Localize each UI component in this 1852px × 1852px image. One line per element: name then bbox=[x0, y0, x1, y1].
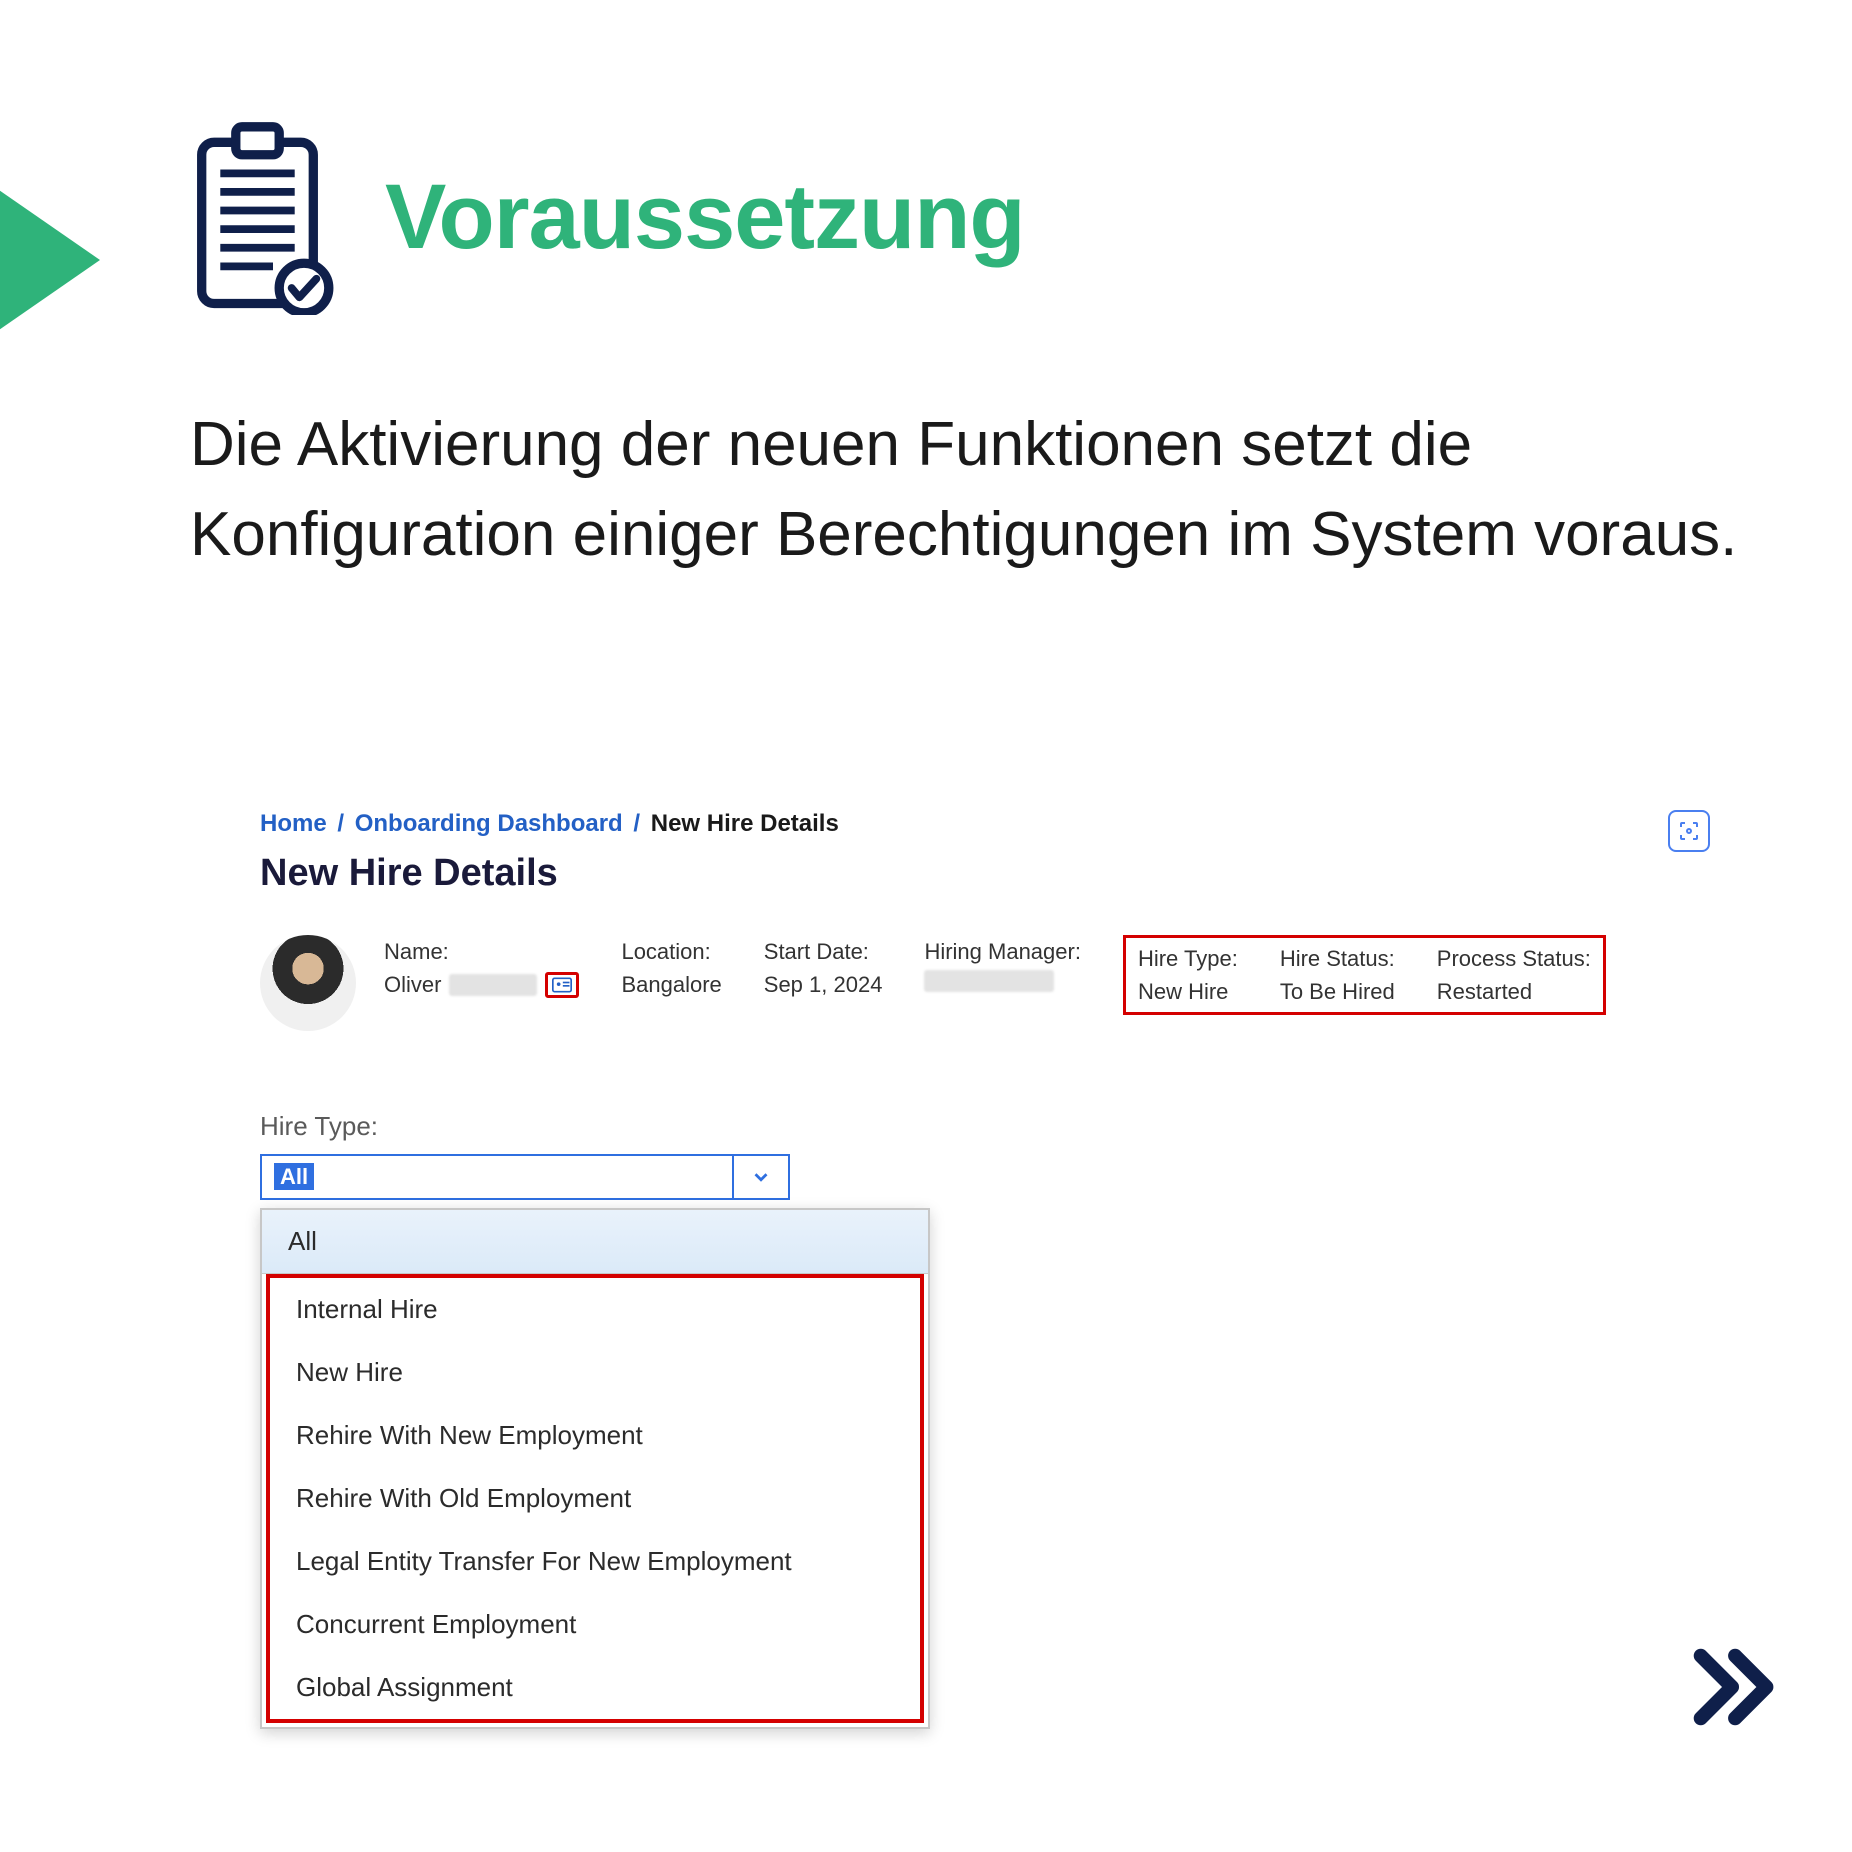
redacted-manager bbox=[924, 970, 1054, 992]
field-name: Name: Oliver bbox=[384, 935, 579, 1001]
page-heading: Voraussetzung bbox=[385, 165, 1025, 270]
dropdown-list: All Internal Hire New Hire Rehire With N… bbox=[260, 1208, 930, 1729]
dropdown-option[interactable]: Rehire With Old Employment bbox=[270, 1467, 920, 1530]
breadcrumb-sep: / bbox=[333, 810, 348, 837]
dropdown-option[interactable]: Internal Hire bbox=[270, 1278, 920, 1341]
redacted-surname bbox=[449, 974, 537, 996]
dropdown-label: Hire Type: bbox=[260, 1111, 1760, 1142]
dropdown-option[interactable]: Global Assignment bbox=[270, 1656, 920, 1719]
dropdown-option[interactable]: New Hire bbox=[270, 1341, 920, 1404]
hire-status-label: Hire Status: bbox=[1280, 942, 1395, 975]
options-highlight: Internal Hire New Hire Rehire With New E… bbox=[266, 1274, 924, 1723]
hire-type-label: Hire Type: bbox=[1138, 942, 1238, 975]
breadcrumb-link-dashboard[interactable]: Onboarding Dashboard bbox=[355, 810, 623, 837]
profile-row: Name: Oliver Location: Bangalore Start D… bbox=[260, 935, 1760, 1031]
double-chevron-right-icon[interactable] bbox=[1682, 1637, 1782, 1742]
clipboard-check-icon bbox=[180, 120, 335, 315]
dropdown-option[interactable]: Rehire With New Employment bbox=[270, 1404, 920, 1467]
process-status-label: Process Status: bbox=[1437, 942, 1591, 975]
dropdown-option[interactable]: Legal Entity Transfer For New Employment bbox=[270, 1530, 920, 1593]
hire-type-filter: Hire Type: All All Internal Hire New Hir… bbox=[260, 1111, 1760, 1729]
location-label: Location: bbox=[621, 935, 721, 968]
dropdown-input[interactable]: All bbox=[262, 1156, 732, 1198]
field-hire-type: Hire Type: New Hire bbox=[1138, 942, 1238, 1008]
breadcrumb-current: New Hire Details bbox=[651, 810, 839, 837]
id-card-icon[interactable] bbox=[545, 972, 579, 998]
location-value: Bangalore bbox=[621, 968, 721, 1001]
hiring-manager-label: Hiring Manager: bbox=[924, 935, 1081, 968]
page-title: New Hire Details bbox=[260, 852, 1760, 895]
dropdown-option[interactable]: Concurrent Employment bbox=[270, 1593, 920, 1656]
hire-type-value: New Hire bbox=[1138, 975, 1238, 1008]
scan-icon[interactable] bbox=[1668, 810, 1710, 852]
field-hire-status: Hire Status: To Be Hired bbox=[1280, 942, 1395, 1008]
dropdown-combobox[interactable]: All bbox=[260, 1154, 790, 1200]
chevron-down-icon[interactable] bbox=[732, 1156, 788, 1198]
hire-status-value: To Be Hired bbox=[1280, 975, 1395, 1008]
field-location: Location: Bangalore bbox=[621, 935, 721, 1001]
dropdown-option[interactable]: All bbox=[262, 1210, 928, 1274]
breadcrumb-sep: / bbox=[629, 810, 644, 837]
field-process-status: Process Status: Restarted bbox=[1437, 942, 1591, 1008]
screenshot-panel: Home / Onboarding Dashboard / New Hire D… bbox=[260, 810, 1760, 1729]
breadcrumb-link-home[interactable]: Home bbox=[260, 810, 327, 837]
field-hiring-manager: Hiring Manager: bbox=[924, 935, 1081, 1001]
intro-text: Die Aktivierung der neuen Funktionen set… bbox=[190, 400, 1772, 580]
status-group-highlight: Hire Type: New Hire Hire Status: To Be H… bbox=[1123, 935, 1606, 1015]
start-date-label: Start Date: bbox=[764, 935, 883, 968]
breadcrumb: Home / Onboarding Dashboard / New Hire D… bbox=[260, 810, 1760, 838]
decorative-arrow bbox=[0, 170, 100, 350]
start-date-value: Sep 1, 2024 bbox=[764, 968, 883, 1001]
dropdown-selected: All bbox=[274, 1163, 314, 1190]
field-start-date: Start Date: Sep 1, 2024 bbox=[764, 935, 883, 1001]
name-value: Oliver bbox=[384, 968, 441, 1001]
avatar bbox=[260, 935, 356, 1031]
process-status-value: Restarted bbox=[1437, 975, 1591, 1008]
name-label: Name: bbox=[384, 935, 579, 968]
header: Voraussetzung bbox=[180, 120, 1025, 315]
